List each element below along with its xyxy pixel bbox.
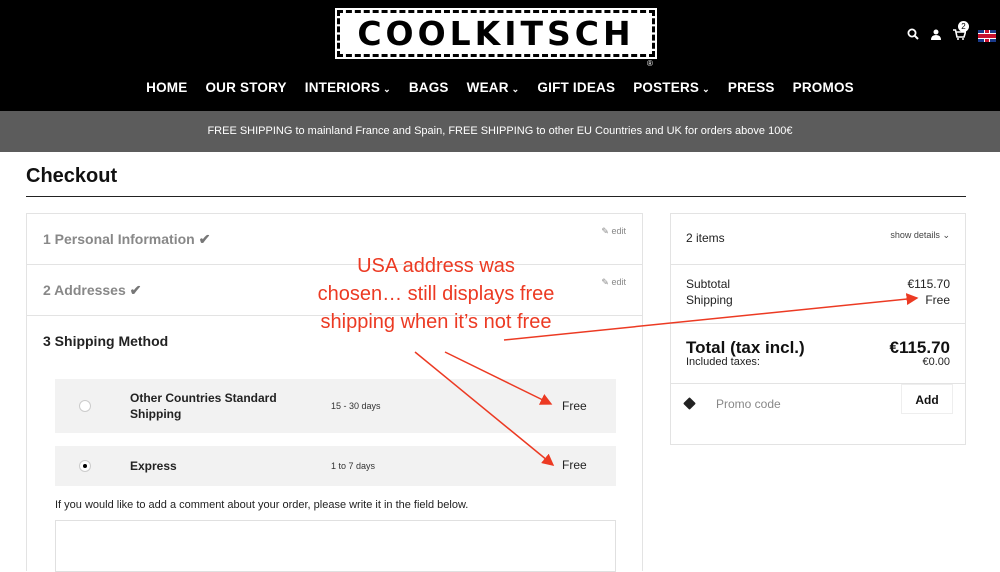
shipping-option-delay: 1 to 7 days	[331, 461, 376, 471]
total-value: €115.70	[889, 338, 950, 357]
shipping-option-name: Express	[130, 459, 177, 473]
shipping-option-name: Other Countries Standard Shipping	[130, 391, 277, 421]
annotation-line: USA address was	[357, 255, 515, 277]
radio-button[interactable]	[79, 400, 91, 412]
promo-code-input[interactable]: Promo code	[716, 397, 781, 411]
subtotal-value: €115.70	[907, 277, 951, 291]
tag-icon	[683, 397, 696, 410]
nav-posters[interactable]: POSTERS ⌄	[624, 80, 719, 95]
step-label: 2 Addresses	[43, 282, 126, 298]
title-divider	[26, 196, 966, 197]
shipping-option-standard[interactable]: Other Countries Standard Shipping 15 - 3…	[55, 379, 616, 433]
chevron-down-icon: ⌄	[702, 84, 710, 94]
checkmark-icon: ✔	[129, 282, 142, 298]
chevron-down-icon: ⌄	[942, 230, 950, 240]
items-row: 2 items show details ⌄	[671, 214, 965, 265]
header-icons: 2	[907, 21, 996, 43]
shipping-value: Free	[925, 293, 950, 307]
uk-flag-icon[interactable]	[978, 29, 996, 42]
cart-count-badge: 2	[958, 21, 969, 32]
chevron-down-icon: ⌄	[511, 84, 520, 94]
shipping-label: Shipping	[686, 293, 733, 307]
edit-link[interactable]: ✎ edit	[601, 257, 626, 308]
step-label: 1 Personal Information	[43, 231, 195, 247]
subtotals: Subtotal €115.70 Shipping Free	[671, 265, 965, 324]
promo-code-row: Promo code Add	[671, 384, 965, 444]
search-icon[interactable]	[907, 28, 919, 43]
radio-button[interactable]	[79, 460, 91, 472]
cart-summary: 2 items show details ⌄ Subtotal €115.70 …	[670, 213, 966, 445]
main-nav: HOME OUR STORY INTERIORS ⌄ BAGS WEAR ⌄ GIF…	[0, 80, 1000, 95]
shipping-option-delay: 15 - 30 days	[331, 401, 381, 411]
total-label: Total (tax incl.)	[686, 338, 805, 357]
annotation-line: chosen… still displays free	[317, 283, 555, 305]
comment-label: If you would like to add a comment about…	[55, 499, 469, 511]
nav-our-story[interactable]: OUR STORY	[196, 80, 295, 95]
registered-mark: ®	[647, 59, 653, 68]
nav-gift-ideas[interactable]: GIFT IDEAS	[528, 80, 624, 95]
edit-link[interactable]: ✎ edit	[601, 206, 626, 257]
annotation-text: USA address was chosen… still displays f…	[288, 252, 584, 336]
free-shipping-banner: FREE SHIPPING to mainland France and Spa…	[0, 111, 1000, 152]
shipping-option-price: Free	[562, 399, 587, 413]
annotation-line: shipping when it’s not free	[320, 311, 552, 333]
nav-bags[interactable]: BAGS	[400, 80, 458, 95]
pencil-icon: ✎	[601, 277, 609, 287]
nav-interiors[interactable]: INTERIORS ⌄	[296, 80, 400, 95]
cart-icon[interactable]: 2	[953, 21, 969, 43]
page-title: Checkout	[26, 165, 118, 187]
chevron-down-icon: ⌄	[383, 84, 391, 94]
logo-text: COOLKITSCH	[357, 14, 635, 53]
nav-promos[interactable]: PROMOS	[784, 80, 863, 95]
taxes-value: €0.00	[922, 356, 950, 368]
user-icon[interactable]	[931, 28, 941, 43]
order-comment-textarea[interactable]	[55, 520, 616, 572]
items-count: 2 items	[686, 231, 725, 245]
total-row: Total (tax incl.) €115.70 Included taxes…	[671, 324, 965, 384]
logo[interactable]: COOLKITSCH	[335, 8, 657, 59]
nav-wear[interactable]: WEAR ⌄	[458, 80, 529, 95]
shipping-option-express[interactable]: Express 1 to 7 days Free	[55, 446, 616, 486]
step-label: 3 Shipping Method	[43, 333, 169, 349]
nav-home[interactable]: HOME	[137, 80, 196, 95]
pencil-icon: ✎	[601, 226, 609, 236]
subtotal-label: Subtotal	[686, 277, 731, 291]
shipping-option-price: Free	[562, 458, 587, 472]
checkmark-icon: ✔	[198, 231, 211, 247]
show-details-toggle[interactable]: show details ⌄	[890, 230, 950, 241]
taxes-label: Included taxes:	[686, 356, 760, 368]
add-promo-button[interactable]: Add	[901, 384, 953, 414]
nav-press[interactable]: PRESS	[719, 80, 784, 95]
site-header: COOLKITSCH ® 2 HOME OUR STORY INTERIORS ⌄…	[0, 0, 1000, 111]
